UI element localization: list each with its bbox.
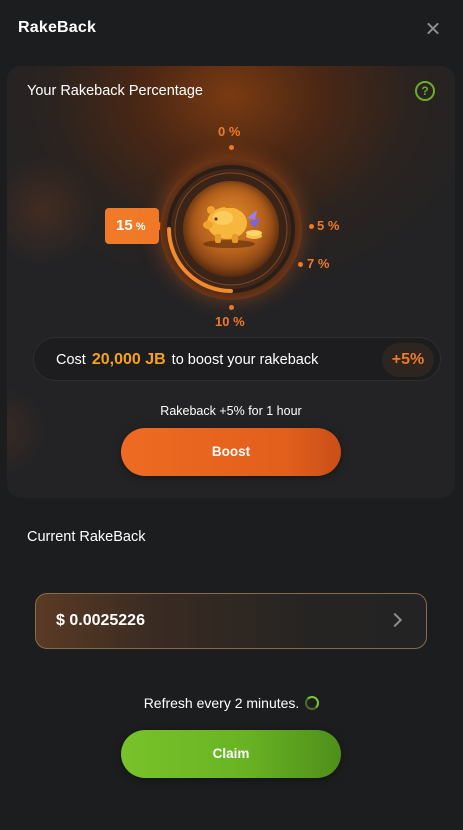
current-rakeback-title: Current RakeBack: [27, 529, 146, 545]
current-rakeback-field[interactable]: $ 0.0025226: [35, 593, 427, 649]
cost-suffix: to boost your rakeback: [171, 352, 319, 368]
boost-note: Rakeback +5% for 1 hour: [160, 404, 302, 418]
boost-button[interactable]: Boost: [121, 428, 341, 476]
modal-header: RakeBack: [0, 0, 463, 60]
cost-prefix: Cost: [56, 352, 86, 368]
refresh-spinner-icon: [305, 696, 320, 710]
dial-dot: [309, 224, 314, 229]
cost-amount: 20,000 JB: [91, 351, 166, 368]
rakeback-dial: [160, 158, 302, 300]
current-level-value: 15: [116, 217, 133, 234]
decorative-glow: [7, 156, 97, 266]
piggy-bank-icon: [203, 206, 262, 248]
modal-title: RakeBack: [18, 19, 97, 36]
claim-button[interactable]: Claim: [121, 730, 341, 778]
dial-mark-7: 7 %: [307, 256, 330, 271]
rakeback-percentage-card: Your Rakeback Percentage ? 0 % 5 % 7 % 1…: [7, 66, 455, 498]
boost-cost-text: Cost 20,000 JB to boost your rakeback: [56, 351, 318, 369]
refresh-note: Refresh every 2 minutes.: [0, 695, 463, 711]
current-level-badge: 15%: [105, 208, 165, 244]
dial-dot: [229, 145, 234, 150]
dial-mark-10: 10 %: [215, 314, 245, 329]
chevron-right-icon: [387, 612, 403, 628]
close-icon[interactable]: [422, 18, 444, 40]
dial-mark-5: 5 %: [317, 218, 340, 233]
boost-cost-row: Cost 20,000 JB to boost your rakeback +5%: [33, 337, 441, 381]
question-circle-icon[interactable]: ?: [415, 81, 435, 101]
current-level-unit: %: [135, 221, 146, 233]
dial-mark-0: 0 %: [218, 124, 241, 139]
refresh-text: Refresh every 2 minutes.: [143, 695, 300, 711]
decorative-glow: [7, 386, 47, 476]
boost-percent-badge: +5%: [382, 343, 434, 377]
current-rakeback-value: $ 0.0025226: [56, 612, 145, 629]
dial-dot: [229, 305, 234, 310]
card-title: Your Rakeback Percentage: [27, 83, 203, 99]
rakeback-modal: RakeBack Your Rakeback Percentage ? 0 % …: [0, 0, 463, 830]
